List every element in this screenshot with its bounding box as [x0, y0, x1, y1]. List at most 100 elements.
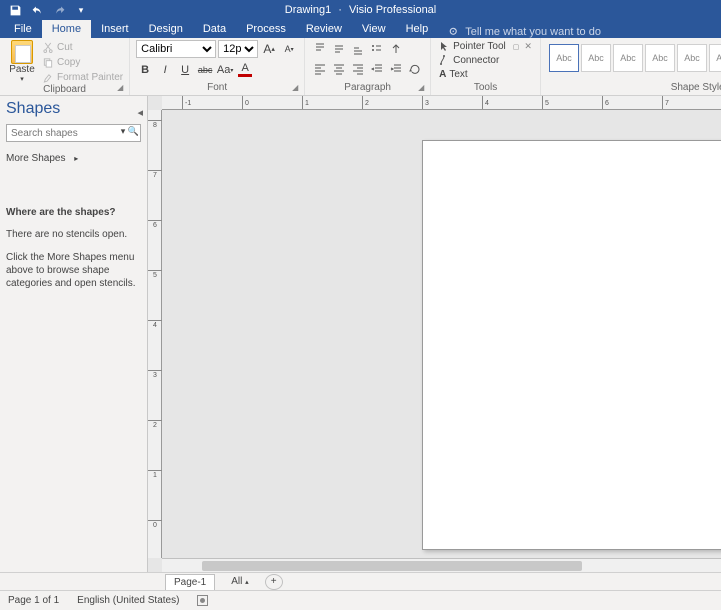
clipboard-launcher-icon[interactable]: ◢	[117, 83, 127, 93]
pointer-tool-button[interactable]: Pointer Tool ▢ ✕	[437, 40, 534, 53]
align-top-button[interactable]	[311, 40, 329, 58]
collapse-pane-icon[interactable]: ◂	[137, 106, 143, 119]
macro-record-icon[interactable]	[197, 595, 208, 606]
ruler-tick: 6	[148, 220, 162, 229]
tab-view[interactable]: View	[352, 20, 396, 38]
group-label-clipboard: Clipboard	[6, 84, 123, 95]
style-item[interactable]: Abc	[645, 44, 675, 72]
group-label-paragraph: Paragraph	[311, 82, 424, 93]
more-shapes-menu[interactable]: More Shapes ▸	[6, 150, 141, 167]
style-item[interactable]: Abc	[549, 44, 579, 72]
style-item[interactable]: Abc	[613, 44, 643, 72]
align-middle-button[interactable]	[330, 40, 348, 58]
rectangle-tool-icon[interactable]: ▢	[513, 43, 520, 51]
workspace: Shapes ◂ ▾ 🔍 More Shapes ▸ Where are the…	[0, 96, 721, 572]
clipboard-icon	[11, 40, 33, 64]
group-shape-styles: Abc Abc Abc Abc Abc Abc Abc ▴ ▾ ▾ Fill▾ …	[541, 38, 721, 95]
underline-button[interactable]: U	[176, 61, 194, 79]
tell-me-search[interactable]: Tell me what you want to do	[448, 26, 601, 38]
copy-button[interactable]: Copy	[42, 55, 123, 69]
connector-icon	[439, 55, 450, 66]
horizontal-ruler: -1012345678	[162, 96, 721, 110]
ruler-tick: 5	[542, 96, 549, 110]
ruler-tick: 1	[302, 96, 309, 110]
group-font: Calibri 12pt. A▴ A▾ B I U abc Aa▾ A Font…	[130, 38, 305, 95]
connector-tool-button[interactable]: Connector	[437, 54, 534, 67]
align-left-button[interactable]	[311, 60, 329, 78]
cut-button[interactable]: Cut	[42, 40, 123, 54]
drawing-canvas[interactable]	[162, 110, 721, 558]
font-launcher-icon[interactable]: ◢	[292, 83, 302, 93]
tab-review[interactable]: Review	[296, 20, 352, 38]
ribbon: Paste ▾ Cut Copy Format Painter Clipboar…	[0, 38, 721, 96]
text-tool-button[interactable]: A Text	[437, 68, 534, 81]
search-dropdown-icon[interactable]: ▾ 🔍	[121, 126, 139, 137]
close-tool-icon[interactable]: ✕	[524, 41, 532, 52]
group-tools: Pointer Tool ▢ ✕ Connector A Text Tools	[431, 38, 541, 95]
page-tab-1[interactable]: Page-1	[165, 574, 215, 590]
ruler-tick: 3	[422, 96, 429, 110]
pointer-icon	[439, 41, 450, 52]
grow-font-button[interactable]: A▴	[260, 40, 278, 58]
shapes-empty-message: Where are the shapes? There are no stenc…	[6, 207, 141, 290]
font-size-select[interactable]: 12pt.	[218, 40, 258, 58]
ruler-tick: 2	[148, 420, 162, 429]
group-clipboard: Paste ▾ Cut Copy Format Painter Clipboar…	[0, 38, 130, 95]
strike-button[interactable]: abc	[196, 61, 214, 79]
ruler-tick: 4	[482, 96, 489, 110]
horizontal-scrollbar[interactable]	[162, 558, 721, 572]
italic-button[interactable]: I	[156, 61, 174, 79]
scrollbar-thumb[interactable]	[202, 561, 582, 571]
tab-process[interactable]: Process	[236, 20, 296, 38]
window-title: Drawing1 · Visio Professional	[285, 4, 437, 16]
ruler-tick: 0	[148, 520, 162, 529]
ribbon-tabs: File Home Insert Design Data Process Rev…	[0, 20, 721, 38]
ruler-tick: 1	[148, 470, 162, 479]
paragraph-launcher-icon[interactable]: ◢	[418, 83, 428, 93]
undo-button[interactable]	[28, 1, 46, 19]
vertical-ruler: 876543210	[148, 110, 162, 558]
format-painter-button[interactable]: Format Painter	[42, 70, 123, 84]
tab-help[interactable]: Help	[396, 20, 439, 38]
ruler-tick: 4	[148, 320, 162, 329]
change-case-button[interactable]: Aa▾	[216, 61, 234, 79]
document-name: Drawing1	[285, 4, 331, 16]
shrink-font-button[interactable]: A▾	[280, 40, 298, 58]
rotate-text-button[interactable]	[406, 60, 424, 78]
title-bar: ▾ Drawing1 · Visio Professional	[0, 0, 721, 20]
group-paragraph: Paragraph ◢	[305, 38, 431, 95]
canvas-area: -1012345678 876543210	[148, 96, 721, 572]
ruler-tick: 3	[148, 370, 162, 379]
language-indicator[interactable]: English (United States)	[77, 595, 179, 606]
qat-customize-icon[interactable]: ▾	[72, 1, 90, 19]
drawing-page[interactable]	[422, 140, 721, 550]
style-item[interactable]: Abc	[581, 44, 611, 72]
font-name-select[interactable]: Calibri	[136, 40, 216, 58]
save-icon[interactable]	[6, 1, 24, 19]
tab-home[interactable]: Home	[42, 20, 91, 38]
ruler-tick: 8	[148, 120, 162, 129]
page-tab-all[interactable]: All ▴	[223, 574, 256, 589]
add-page-button[interactable]: +	[265, 574, 283, 590]
font-color-button[interactable]: A	[236, 61, 254, 79]
orientation-button[interactable]	[387, 40, 405, 58]
redo-button[interactable]	[50, 1, 68, 19]
style-item[interactable]: Abc	[709, 44, 721, 72]
align-bottom-button[interactable]	[349, 40, 367, 58]
tab-data[interactable]: Data	[193, 20, 236, 38]
decrease-indent-button[interactable]	[368, 60, 386, 78]
shapes-pane: Shapes ◂ ▾ 🔍 More Shapes ▸ Where are the…	[0, 96, 148, 572]
text-icon: A	[439, 69, 446, 80]
increase-indent-button[interactable]	[387, 60, 405, 78]
align-right-button[interactable]	[349, 60, 367, 78]
page-indicator[interactable]: Page 1 of 1	[8, 595, 59, 606]
align-center-button[interactable]	[330, 60, 348, 78]
tab-file[interactable]: File	[4, 20, 42, 38]
paste-button[interactable]: Paste ▾	[6, 40, 38, 84]
tab-insert[interactable]: Insert	[91, 20, 139, 38]
style-item[interactable]: Abc	[677, 44, 707, 72]
tab-design[interactable]: Design	[139, 20, 193, 38]
group-label-tools: Tools	[437, 82, 534, 93]
bullets-button[interactable]	[368, 40, 386, 58]
bold-button[interactable]: B	[136, 61, 154, 79]
